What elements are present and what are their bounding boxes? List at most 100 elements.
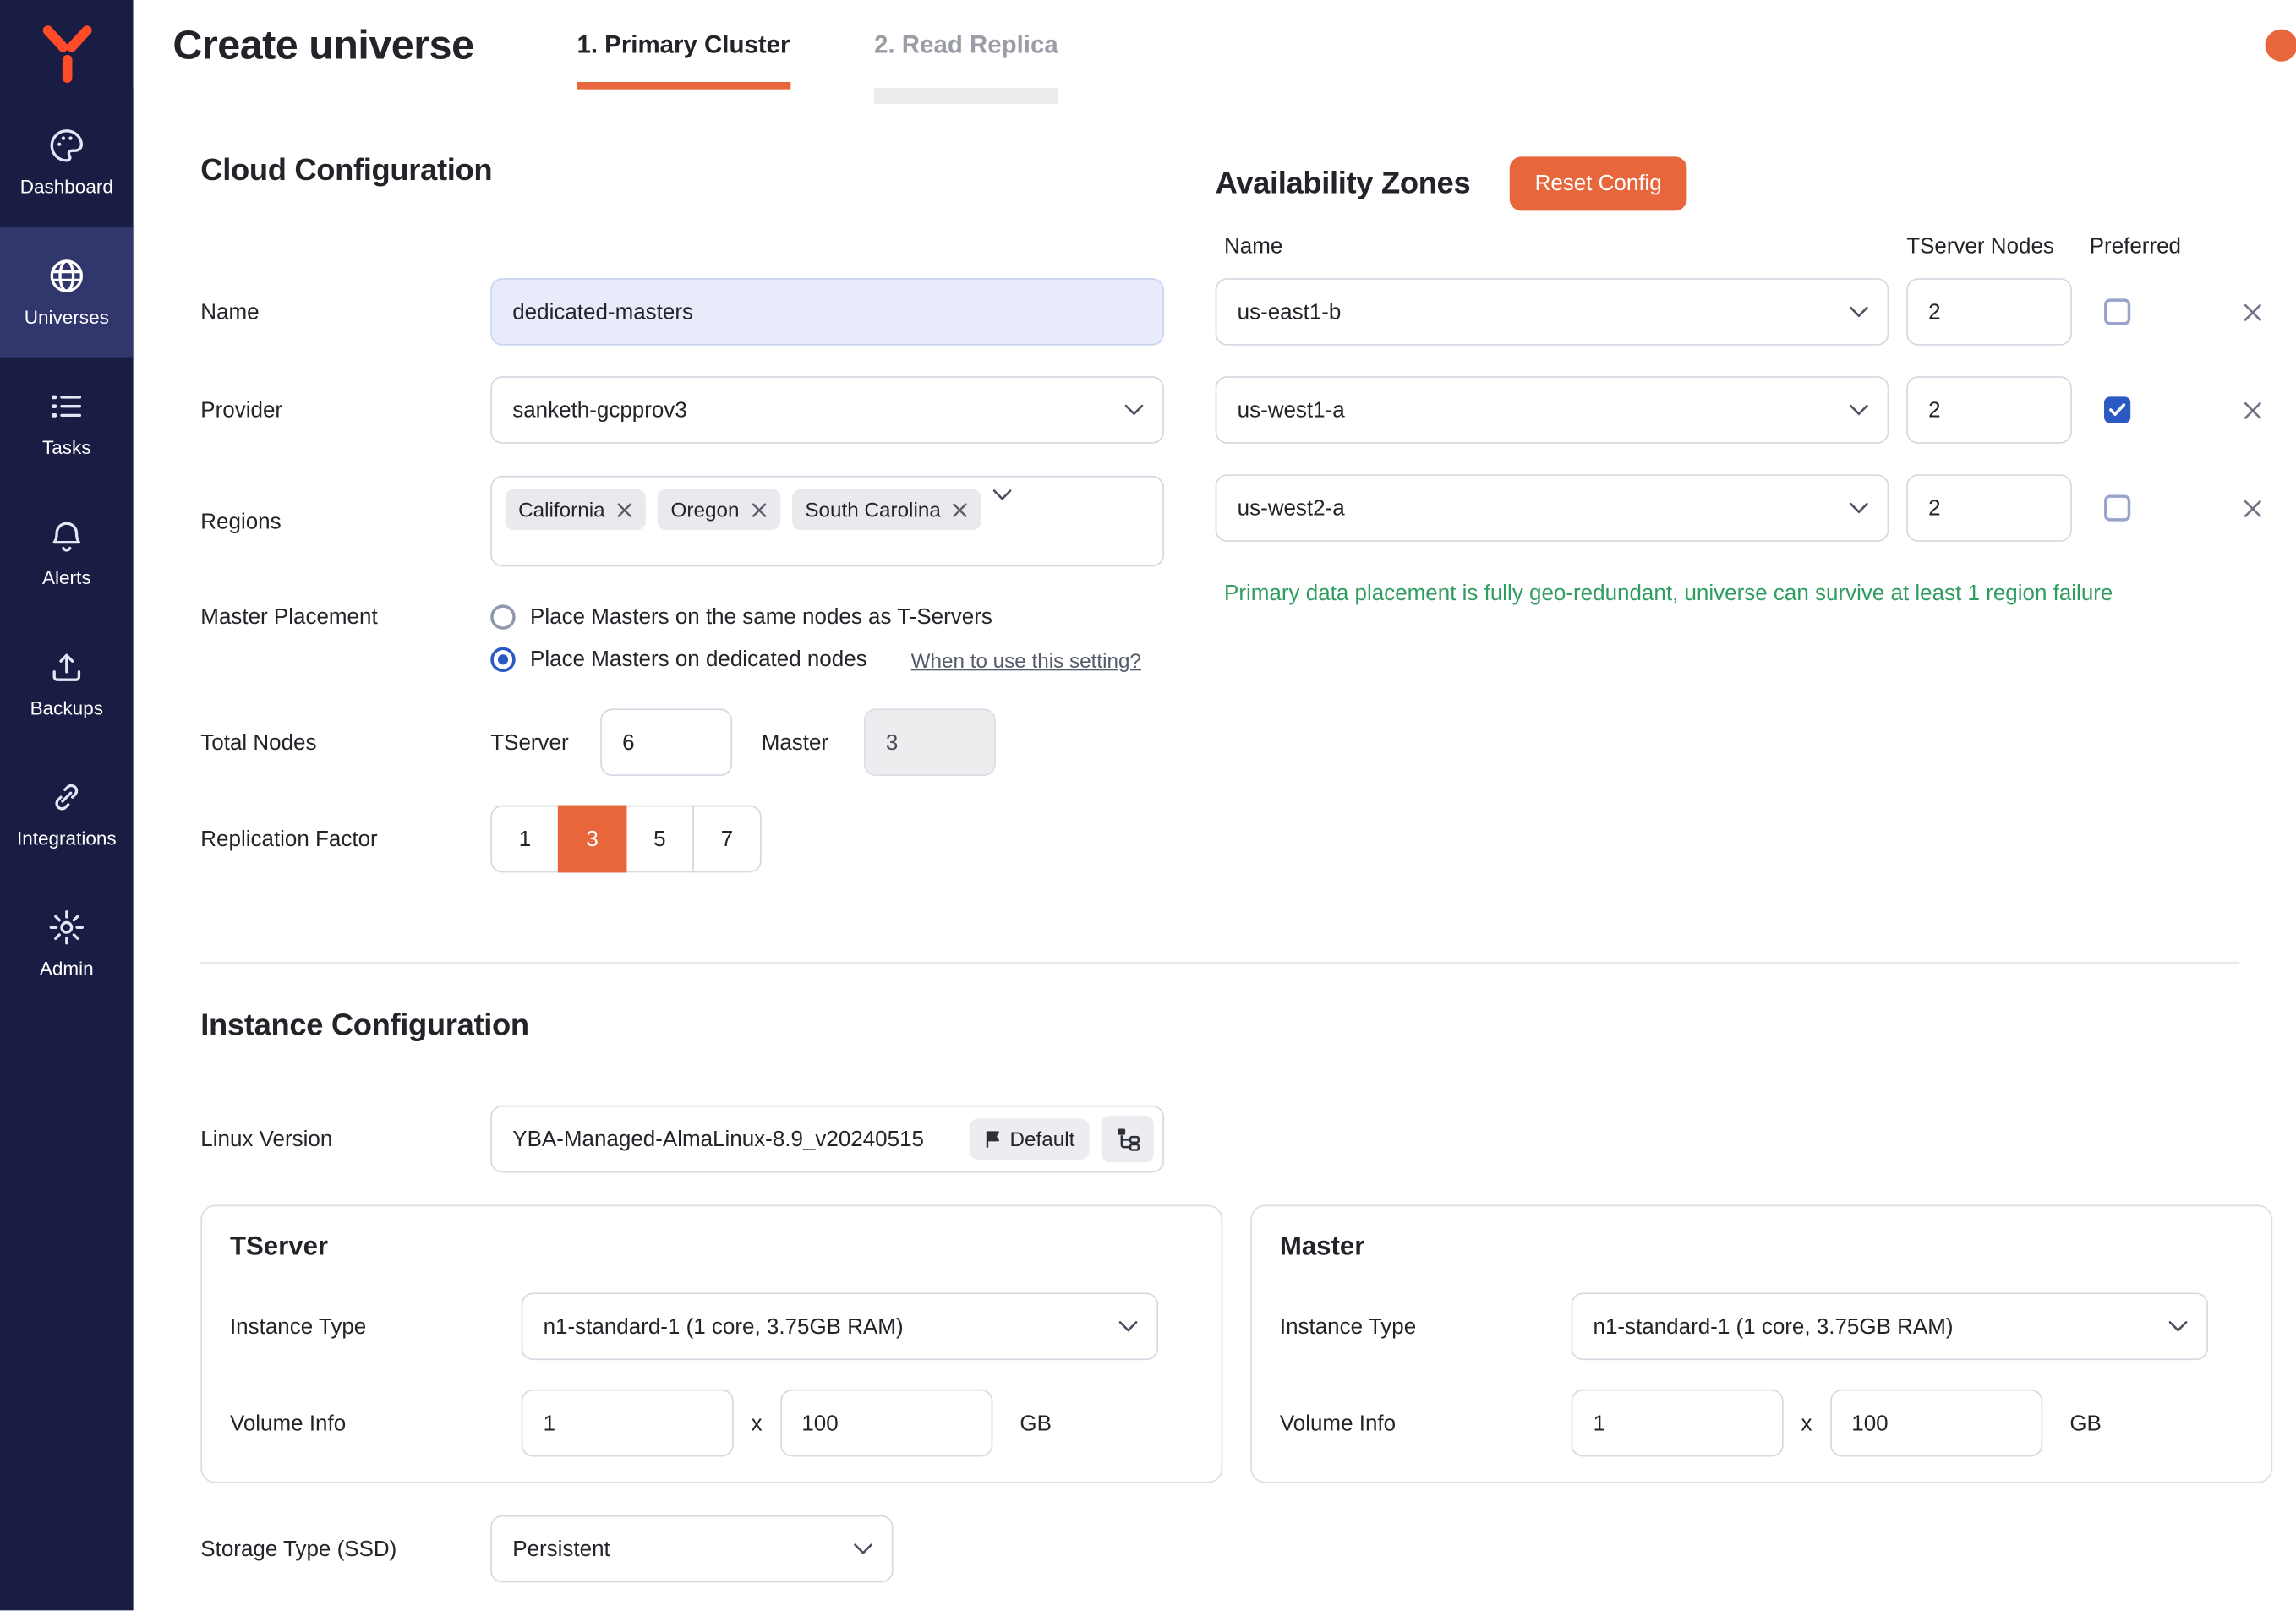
rf-option-3[interactable]: 3 xyxy=(558,806,626,873)
radio-option-same-nodes[interactable]: Place Masters on the same nodes as T-Ser… xyxy=(490,598,1141,635)
rf-option-5[interactable]: 5 xyxy=(626,806,694,873)
sidebar-item-label: Dashboard xyxy=(20,176,113,198)
tserver-card: TServer Instance Type n1-standard-1 (1 c… xyxy=(200,1205,1222,1483)
remove-zone-icon[interactable] xyxy=(2242,301,2264,323)
tserver-volume-size-input[interactable] xyxy=(779,1390,992,1457)
chevron-down-icon xyxy=(1124,404,1144,416)
storage-type-select[interactable]: Persistent xyxy=(490,1515,893,1583)
default-badge-label: Default xyxy=(1010,1128,1075,1151)
instance-type-value: n1-standard-1 (1 core, 3.75GB RAM) xyxy=(1594,1314,1954,1339)
tserver-instance-type-select[interactable]: n1-standard-1 (1 core, 3.75GB RAM) xyxy=(522,1292,1158,1360)
master-placement-label: Master Placement xyxy=(200,598,490,635)
section-divider xyxy=(200,962,2239,964)
provider-field-row: Provider sanketh-gcpprov3 xyxy=(200,376,1164,444)
preferred-checkbox-unchecked[interactable] xyxy=(2104,298,2130,325)
master-volume-size-input[interactable] xyxy=(1829,1390,2042,1457)
remove-region-icon[interactable] xyxy=(616,501,632,517)
remove-region-icon[interactable] xyxy=(953,501,969,517)
name-field-row: Name xyxy=(200,278,1164,346)
tserver-volume-count-input[interactable] xyxy=(522,1390,734,1457)
sidebar-item-backups[interactable]: Backups xyxy=(0,618,134,748)
tserver-nodes-input[interactable] xyxy=(600,708,732,776)
provider-select[interactable]: sanketh-gcpprov3 xyxy=(490,376,1164,444)
remove-region-icon[interactable] xyxy=(751,501,767,517)
tserver-card-title: TServer xyxy=(230,1231,328,1262)
region-chip: California xyxy=(506,489,647,530)
instance-type-label: Instance Type xyxy=(230,1314,522,1339)
region-chip: Oregon xyxy=(658,489,780,530)
rf-option-1[interactable]: 1 xyxy=(490,806,559,873)
remove-zone-icon[interactable] xyxy=(2242,399,2264,421)
master-placement-row: Master Placement Place Masters on the sa… xyxy=(200,598,1141,678)
preferred-checkbox-checked[interactable] xyxy=(2104,396,2130,423)
master-volume-row: Volume Info x GB xyxy=(1280,1390,2102,1457)
chevron-down-icon xyxy=(1850,306,1869,318)
radio-option-dedicated-nodes[interactable]: Place Masters on dedicated nodes When to… xyxy=(490,642,1141,678)
sidebar-item-dashboard[interactable]: Dashboard xyxy=(0,96,134,227)
sidebar-item-tasks[interactable]: Tasks xyxy=(0,358,134,488)
link-icon xyxy=(46,778,86,817)
az-zone-select[interactable]: us-west1-a xyxy=(1216,376,1889,444)
master-card-title: Master xyxy=(1280,1231,1365,1262)
tab-label: 1. Primary Cluster xyxy=(577,30,790,60)
instance-config-heading: Instance Configuration xyxy=(200,1008,528,1044)
az-tserver-nodes-input[interactable] xyxy=(1906,474,2072,542)
universe-name-input[interactable] xyxy=(490,278,1164,346)
radio-unselected-icon[interactable] xyxy=(490,604,515,629)
multiply-label: x xyxy=(752,1411,763,1435)
tab-primary-cluster[interactable]: 1. Primary Cluster xyxy=(577,0,790,90)
tab-read-replica[interactable]: 2. Read Replica xyxy=(874,0,1058,90)
availability-zones-header: Availability Zones Reset Config xyxy=(1216,156,1687,210)
instance-type-label: Instance Type xyxy=(1280,1314,1572,1339)
gear-icon xyxy=(46,908,86,947)
linux-version-value: YBA-Managed-AlmaLinux-8.9_v20240515 xyxy=(512,1127,924,1151)
sidebar-item-universes[interactable]: Universes xyxy=(0,227,134,357)
region-chip-label: California xyxy=(518,498,604,522)
az-zone-select[interactable]: us-west2-a xyxy=(1216,474,1889,542)
radio-selected-icon[interactable] xyxy=(490,647,515,672)
regions-label: Regions xyxy=(200,509,490,533)
linux-version-label: Linux Version xyxy=(200,1127,490,1151)
az-zone-select[interactable]: us-east1-b xyxy=(1216,278,1889,346)
az-tserver-nodes-input[interactable] xyxy=(1906,278,2072,346)
master-instance-type-select[interactable]: n1-standard-1 (1 core, 3.75GB RAM) xyxy=(1572,1292,2208,1360)
replication-factor-label: Replication Factor xyxy=(200,827,490,851)
total-nodes-label: Total Nodes xyxy=(200,729,490,754)
storage-type-label: Storage Type (SSD) xyxy=(200,1537,490,1561)
az-row: us-west1-a xyxy=(1216,376,2264,444)
rf-option-7[interactable]: 7 xyxy=(692,806,761,873)
image-bundle-button[interactable] xyxy=(1102,1116,1154,1162)
provider-label: Provider xyxy=(200,397,490,422)
az-tserver-nodes-input[interactable] xyxy=(1906,376,2072,444)
sidebar-item-admin[interactable]: Admin xyxy=(0,878,134,1008)
create-universe-page: Dashboard Universes Tasks xyxy=(0,0,2296,1610)
sidebar-item-label: Universes xyxy=(25,306,109,328)
instance-type-value: n1-standard-1 (1 core, 3.75GB RAM) xyxy=(544,1314,904,1339)
remove-zone-icon[interactable] xyxy=(2242,497,2264,519)
volume-info-label: Volume Info xyxy=(1280,1411,1572,1435)
chevron-down-icon xyxy=(2168,1320,2188,1332)
sidebar-item-label: Tasks xyxy=(42,436,91,458)
header-avatar-icon[interactable] xyxy=(2266,30,2296,62)
tab-inactive-indicator xyxy=(874,88,1058,104)
region-chip-label: Oregon xyxy=(671,498,740,522)
tserver-instance-type-row: Instance Type n1-standard-1 (1 core, 3.7… xyxy=(230,1292,1158,1360)
reset-config-button[interactable]: Reset Config xyxy=(1510,156,1686,210)
default-badge: Default xyxy=(969,1118,1090,1159)
linux-version-select[interactable]: YBA-Managed-AlmaLinux-8.9_v20240515 Defa… xyxy=(490,1106,1164,1173)
chevron-down-icon xyxy=(1850,502,1869,514)
storage-type-row: Storage Type (SSD) Persistent xyxy=(200,1515,893,1583)
tserver-count-label: TServer xyxy=(490,729,600,754)
sidebar-item-alerts[interactable]: Alerts xyxy=(0,488,134,618)
when-to-use-link[interactable]: When to use this setting? xyxy=(911,647,1141,671)
chevron-down-icon xyxy=(1850,404,1869,416)
radio-option-label: Place Masters on dedicated nodes xyxy=(530,647,867,672)
regions-multiselect[interactable]: California Oregon South Carolina xyxy=(490,476,1164,566)
availability-zones-heading: Availability Zones xyxy=(1216,167,1471,202)
yugabyte-logo[interactable] xyxy=(0,0,134,96)
preferred-checkbox-unchecked[interactable] xyxy=(2104,494,2130,521)
sidebar: Dashboard Universes Tasks xyxy=(0,0,134,1610)
master-volume-count-input[interactable] xyxy=(1572,1390,1784,1457)
chevron-down-icon xyxy=(993,489,1013,501)
sidebar-item-integrations[interactable]: Integrations xyxy=(0,748,134,878)
